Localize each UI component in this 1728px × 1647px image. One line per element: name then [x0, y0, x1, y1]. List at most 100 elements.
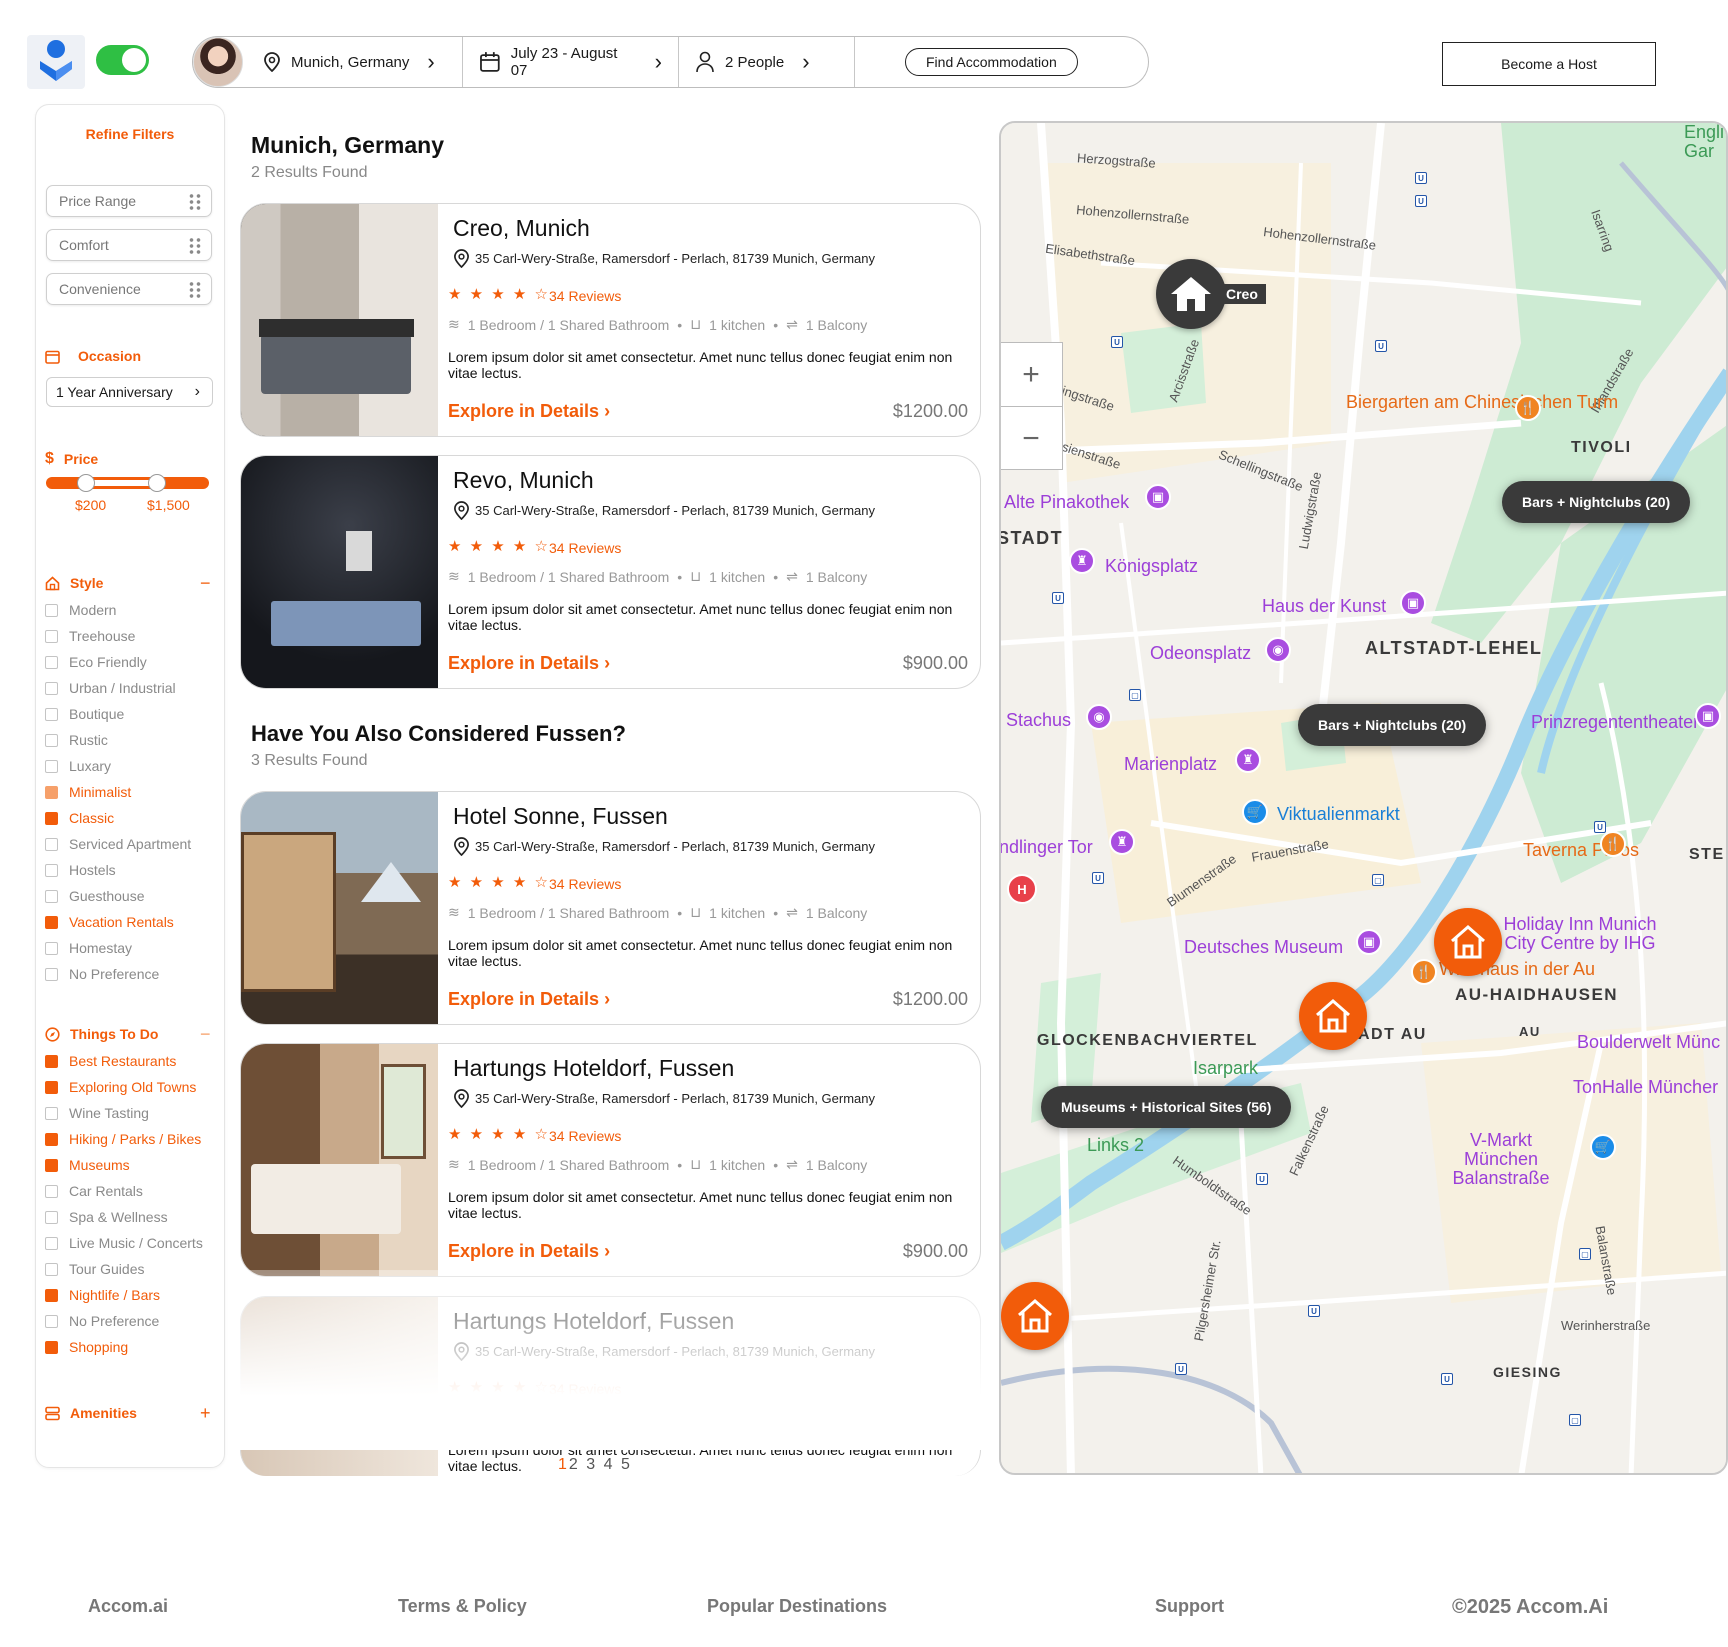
people-selector[interactable]: 2 People ›: [679, 37, 855, 87]
footer-terms-link[interactable]: Terms & Policy: [398, 1596, 527, 1617]
listing-marker[interactable]: [1001, 1282, 1069, 1350]
listing-name[interactable]: Hotel Sonne, Fussen: [453, 803, 668, 830]
filter-option[interactable]: Urban / Industrial: [45, 680, 176, 696]
listing-photo[interactable]: [241, 456, 438, 688]
museum-icon[interactable]: ▣: [1695, 703, 1721, 729]
zoom-in-button[interactable]: +: [1001, 343, 1062, 407]
creo-marker[interactable]: [1156, 259, 1226, 329]
bars-cluster-pill[interactable]: Bars + Nightclubs (20): [1502, 481, 1691, 523]
listing-photo[interactable]: [241, 204, 438, 436]
comfort-pill[interactable]: Comfort: [46, 229, 212, 261]
shopping-cart-icon[interactable]: 🛒: [1242, 799, 1268, 825]
museum-icon[interactable]: ▣: [1400, 590, 1426, 616]
checkbox[interactable]: [45, 1340, 58, 1354]
filter-option[interactable]: No Preference: [45, 1313, 159, 1329]
landmark-icon[interactable]: ♜: [1069, 548, 1095, 574]
museums-cluster-pill[interactable]: Museums + Historical Sites (56): [1041, 1086, 1292, 1128]
checkbox[interactable]: [45, 1184, 58, 1198]
explore-details-link[interactable]: Explore in Details ›: [448, 401, 610, 422]
filter-option[interactable]: Best Restaurants: [45, 1053, 176, 1069]
camera-icon[interactable]: ◉: [1265, 637, 1291, 663]
filter-option[interactable]: Classic: [45, 810, 114, 826]
listing-card[interactable]: Hotel Sonne, Fussen 35 Carl-Wery-Straße,…: [240, 791, 981, 1025]
filter-option[interactable]: Luxary: [45, 758, 111, 774]
checkbox[interactable]: [45, 1236, 58, 1250]
filter-option[interactable]: No Preference: [45, 966, 159, 982]
convenience-pill[interactable]: Convenience: [46, 273, 212, 305]
page-others[interactable]: 2 3 4 5: [569, 1456, 632, 1473]
checkbox[interactable]: [45, 1106, 58, 1120]
collapse-icon[interactable]: −: [200, 573, 211, 594]
checkbox[interactable]: [45, 1080, 58, 1094]
listing-marker[interactable]: [1434, 908, 1502, 976]
filter-option[interactable]: Hostels: [45, 862, 116, 878]
listing-photo[interactable]: [241, 1044, 438, 1276]
explore-details-link[interactable]: Explore in Details ›: [448, 1241, 610, 1262]
camera-icon[interactable]: ◉: [1086, 704, 1112, 730]
checkbox[interactable]: [45, 759, 58, 773]
listing-marker[interactable]: [1299, 982, 1367, 1050]
filter-option[interactable]: Hiking / Parks / Bikes: [45, 1131, 201, 1147]
bars-cluster-pill[interactable]: Bars + Nightclubs (20): [1298, 704, 1487, 746]
landmark-icon[interactable]: ♜: [1109, 829, 1135, 855]
listing-card[interactable]: Hartungs Hoteldorf, Fussen 35 Carl-Wery-…: [240, 1043, 981, 1277]
filter-option[interactable]: Eco Friendly: [45, 654, 147, 670]
checkbox[interactable]: [45, 785, 58, 799]
checkbox[interactable]: [45, 837, 58, 851]
checkbox[interactable]: [45, 681, 58, 695]
avatar[interactable]: [193, 37, 243, 87]
slider-max-handle[interactable]: [148, 474, 166, 492]
filter-option[interactable]: Wine Tasting: [45, 1105, 149, 1121]
listing-card[interactable]: Revo, Munich 35 Carl-Wery-Straße, Ramers…: [240, 455, 981, 689]
filter-option[interactable]: Serviced Apartment: [45, 836, 191, 852]
expand-icon[interactable]: +: [200, 1403, 211, 1424]
filter-option[interactable]: Museums: [45, 1157, 130, 1173]
filter-option[interactable]: Vacation Rentals: [45, 914, 174, 930]
checkbox[interactable]: [45, 1314, 58, 1328]
reviews-link[interactable]: 34 Reviews: [549, 540, 621, 556]
location-selector[interactable]: Munich, Germany ›: [243, 37, 463, 87]
checkbox[interactable]: [45, 1158, 58, 1172]
date-selector[interactable]: July 23 - August 07 ›: [463, 37, 679, 87]
explore-details-link[interactable]: Explore in Details ›: [448, 989, 610, 1010]
filter-option[interactable]: Modern: [45, 602, 116, 618]
explore-details-link[interactable]: Explore in Details ›: [448, 653, 610, 674]
footer-popular-link[interactable]: Popular Destinations: [707, 1596, 887, 1617]
checkbox[interactable]: [45, 941, 58, 955]
checkbox[interactable]: [45, 603, 58, 617]
filter-option[interactable]: Boutique: [45, 706, 124, 722]
filter-option[interactable]: Tour Guides: [45, 1261, 144, 1277]
mode-toggle[interactable]: [96, 45, 149, 75]
footer-brand[interactable]: Accom.ai: [88, 1596, 168, 1617]
footer-support-link[interactable]: Support: [1155, 1596, 1224, 1617]
checkbox[interactable]: [45, 1288, 58, 1302]
checkbox[interactable]: [45, 915, 58, 929]
filter-option[interactable]: Nightlife / Bars: [45, 1287, 160, 1303]
hospital-icon[interactable]: H: [1007, 874, 1037, 904]
checkbox[interactable]: [45, 655, 58, 669]
pagination[interactable]: 12 3 4 5: [558, 1456, 632, 1474]
checkbox[interactable]: [45, 629, 58, 643]
listing-card[interactable]: Creo, Munich 35 Carl-Wery-Straße, Ramers…: [240, 203, 981, 437]
museum-icon[interactable]: ▣: [1145, 484, 1171, 510]
checkbox[interactable]: [45, 811, 58, 825]
museum-icon[interactable]: ▣: [1356, 929, 1382, 955]
amenities-header[interactable]: Amenities +: [45, 1403, 215, 1424]
checkbox[interactable]: [45, 1054, 58, 1068]
style-header[interactable]: Style −: [45, 573, 215, 594]
filter-option[interactable]: Car Rentals: [45, 1183, 143, 1199]
collapse-icon[interactable]: −: [200, 1024, 211, 1045]
checkbox[interactable]: [45, 967, 58, 981]
checkbox[interactable]: [45, 889, 58, 903]
become-host-button[interactable]: Become a Host: [1442, 42, 1656, 86]
filter-option[interactable]: Exploring Old Towns: [45, 1079, 196, 1095]
restaurant-icon[interactable]: 🍴: [1600, 831, 1626, 857]
listing-name[interactable]: Revo, Munich: [453, 467, 594, 494]
map[interactable]: Herzogstraße Hohenzollernstraße Hohenzol…: [999, 121, 1728, 1475]
checkbox[interactable]: [45, 1132, 58, 1146]
price-range-pill[interactable]: Price Range: [46, 185, 212, 217]
filter-option[interactable]: Minimalist: [45, 784, 131, 800]
filter-option[interactable]: Treehouse: [45, 628, 135, 644]
slider-min-handle[interactable]: [77, 474, 95, 492]
drag-handle-icon[interactable]: [188, 193, 202, 211]
